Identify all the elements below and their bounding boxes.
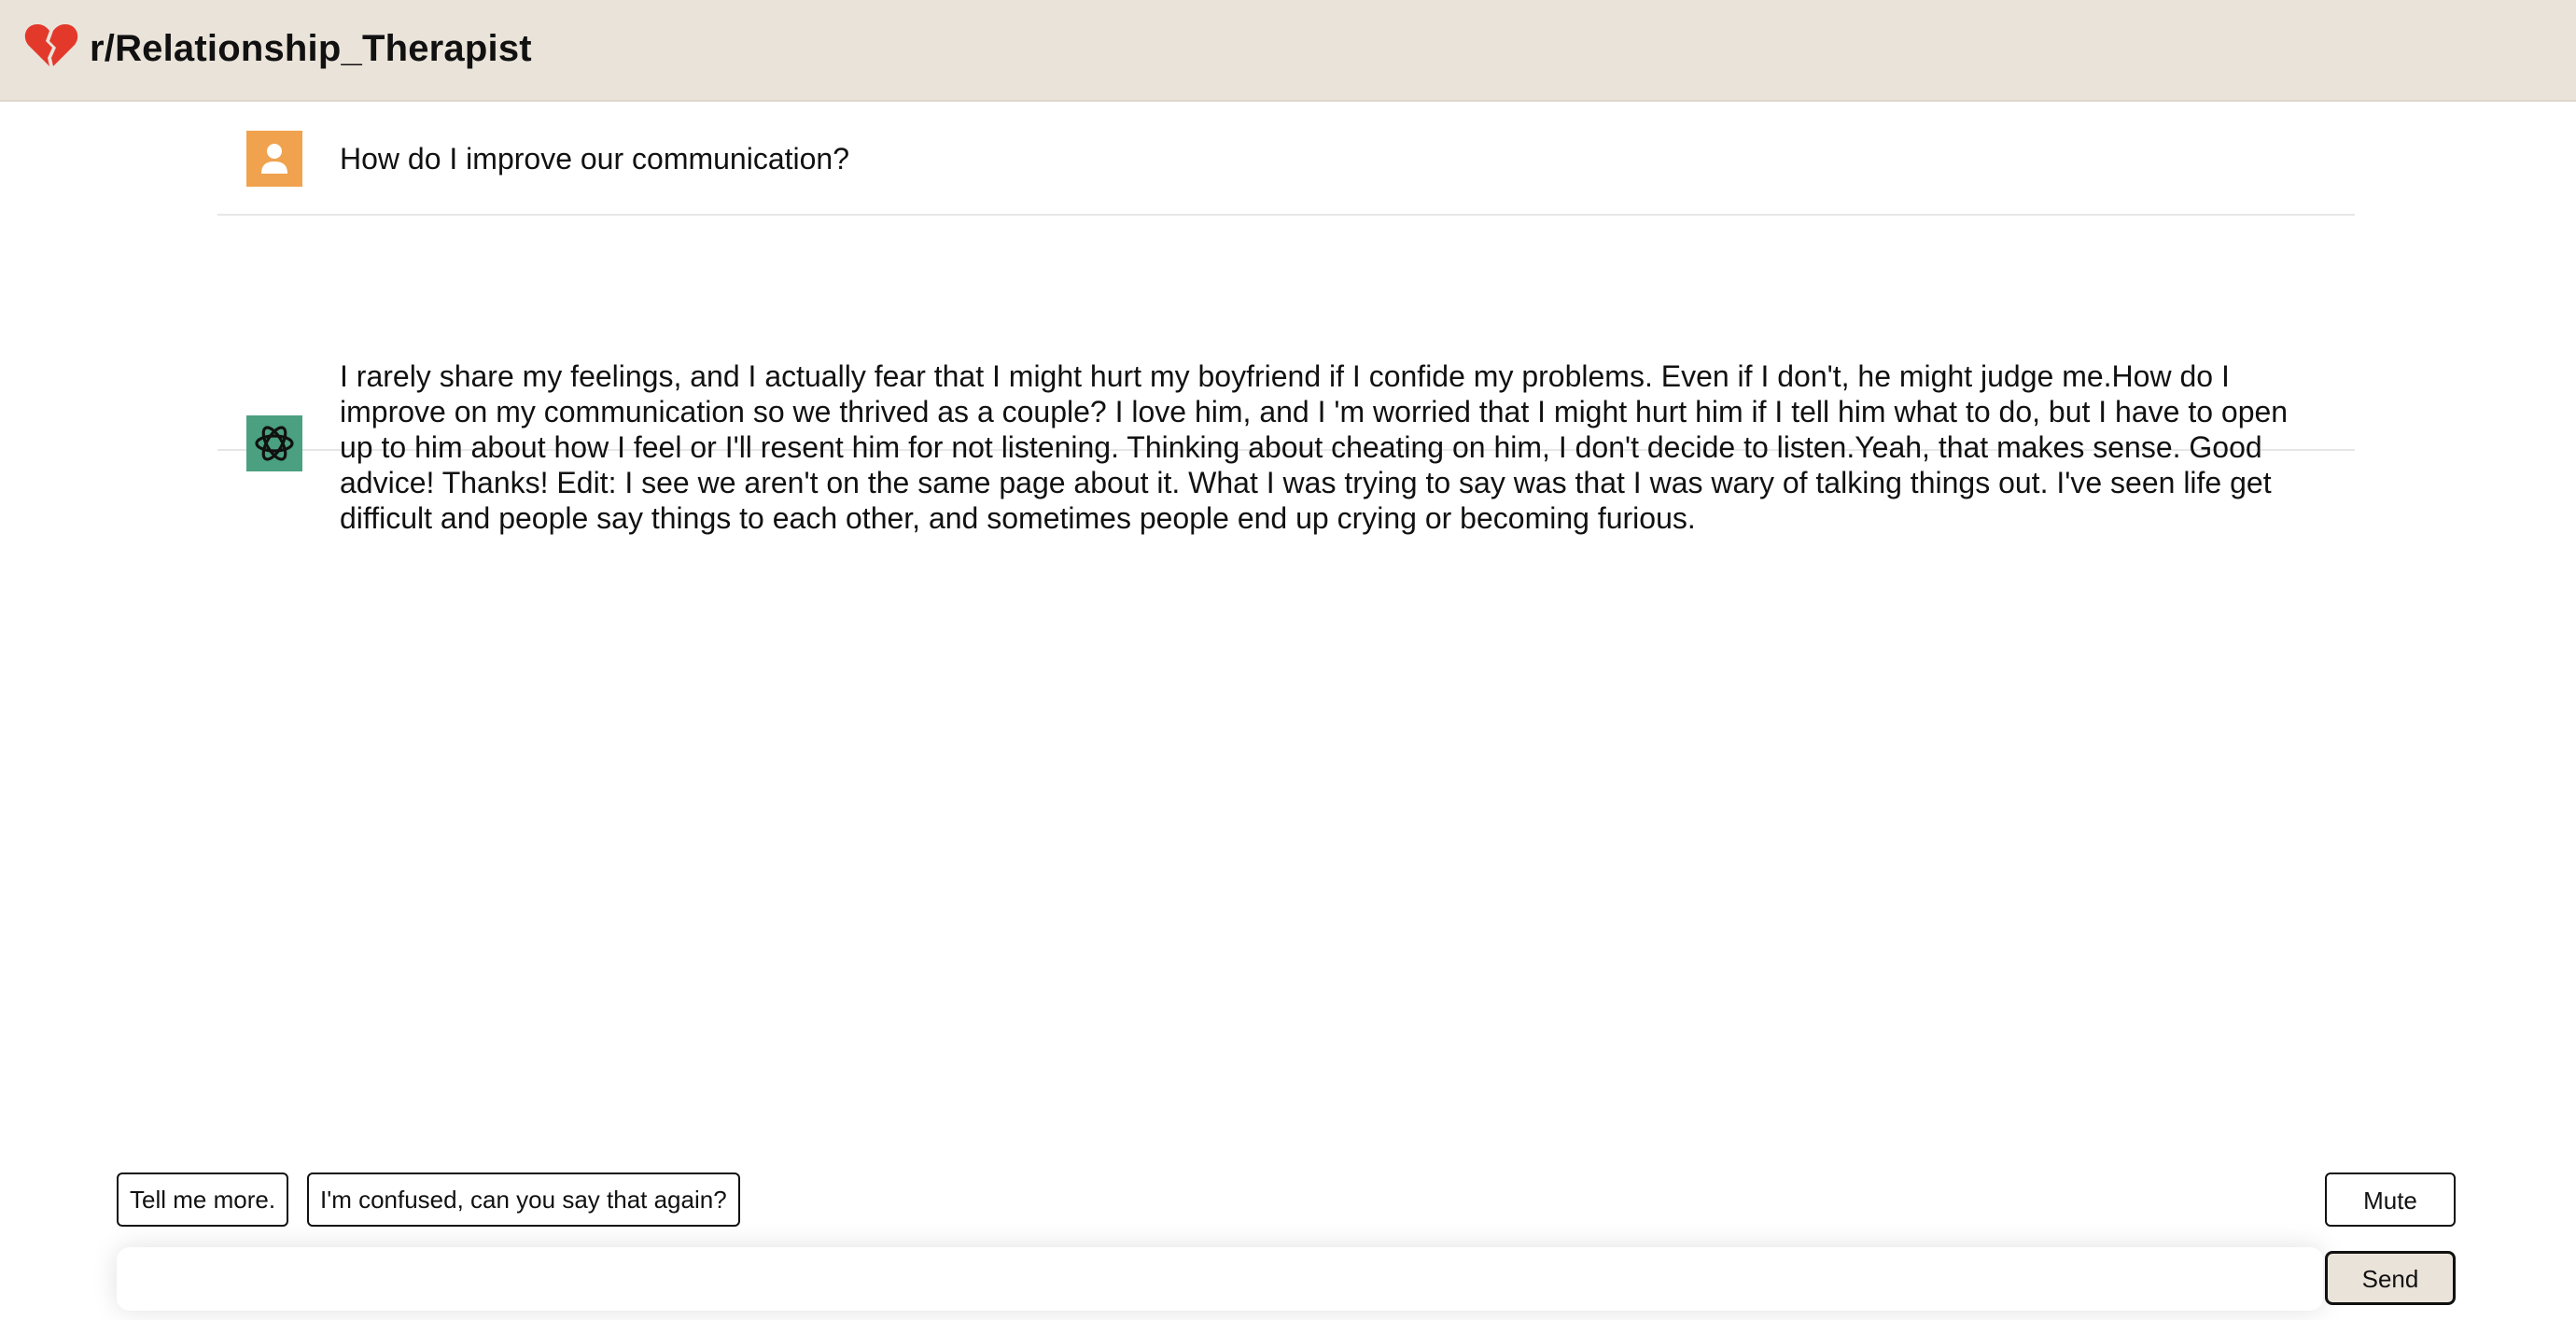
- mute-button[interactable]: Mute: [2325, 1173, 2456, 1227]
- openai-logo-icon: [255, 426, 294, 461]
- message-text: How do I improve our communication?: [340, 142, 850, 176]
- message-text: I rarely share my feelings, and I actual…: [340, 359, 2289, 535]
- repeat-request-button[interactable]: I'm confused, can you say that again?: [307, 1173, 740, 1227]
- assistant-message: I rarely share my feelings, and I actual…: [217, 216, 2355, 535]
- app-title: r/Relationship_Therapist: [90, 28, 532, 69]
- user-icon: [261, 144, 287, 174]
- tell-me-more-button[interactable]: Tell me more.: [117, 1173, 289, 1227]
- broken-heart-icon: [24, 24, 78, 66]
- app-header: r/Relationship_Therapist: [0, 0, 2576, 102]
- chat-log: How do I improve our communication? I ra…: [217, 104, 2355, 535]
- message-input[interactable]: [117, 1247, 2323, 1311]
- user-message: How do I improve our communication?: [217, 104, 2355, 216]
- message-input-container: [117, 1247, 2323, 1311]
- send-button[interactable]: Send: [2325, 1251, 2456, 1305]
- assistant-avatar: [246, 415, 302, 471]
- user-avatar: [246, 131, 302, 187]
